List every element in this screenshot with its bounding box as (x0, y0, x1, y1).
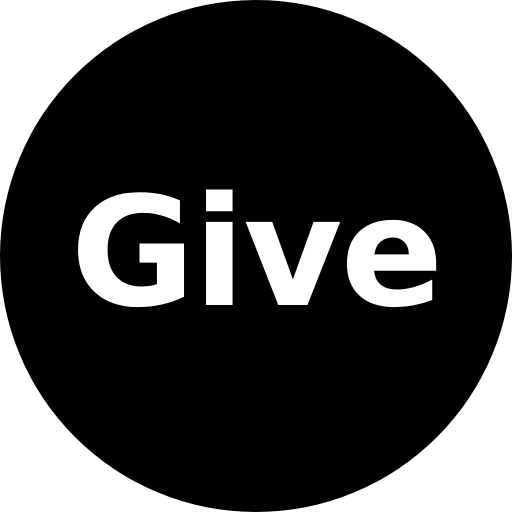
give-icon-canvas: Give (0, 0, 512, 512)
give-badge-label: Give (70, 164, 443, 341)
give-badge-circle: Give (0, 0, 512, 512)
